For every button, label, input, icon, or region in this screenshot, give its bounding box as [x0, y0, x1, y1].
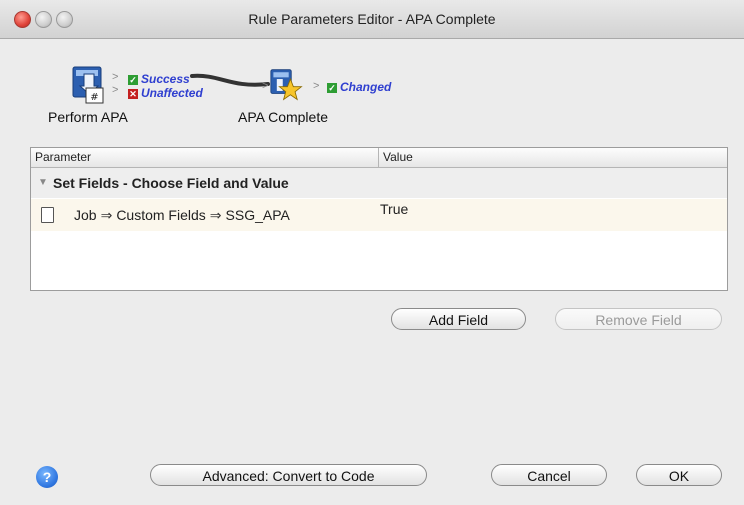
title-bar: Rule Parameters Editor - APA Complete [0, 0, 744, 39]
input-chevron-icon: > [262, 80, 269, 92]
column-header-parameter[interactable]: Parameter [31, 148, 379, 167]
arrow-right-icon: ⇒ [100, 207, 113, 223]
remove-field-button[interactable]: Remove Field [555, 308, 722, 330]
connector-line [190, 73, 270, 87]
help-icon[interactable]: ? [36, 466, 58, 488]
unaffected-x-icon: ✕ [128, 89, 138, 99]
table-row[interactable]: Job ⇒ Custom Fields ⇒ SSG_APA True [31, 199, 727, 231]
cancel-button[interactable]: Cancel [491, 464, 607, 486]
ok-button[interactable]: OK [636, 464, 722, 486]
arrow-right-icon: ⇒ [209, 207, 222, 223]
advanced-convert-to-code-button[interactable]: Advanced: Convert to Code [150, 464, 427, 486]
success-output-label[interactable]: Success [141, 72, 190, 86]
apa-complete-node-label: APA Complete [238, 109, 329, 125]
parameter-value[interactable]: True [380, 201, 408, 217]
perform-apa-node-label: Perform APA [48, 109, 128, 125]
group-label: Set Fields - Choose Field and Value [53, 175, 289, 191]
output-chevron-icon: > [313, 80, 320, 92]
perform-apa-node-icon[interactable]: # [72, 66, 106, 104]
document-icon [41, 207, 54, 223]
path-segment: SSG_APA [225, 207, 290, 223]
changed-output-label[interactable]: Changed [340, 80, 391, 94]
success-check-icon: ✓ [128, 75, 138, 85]
disclosure-triangle-icon[interactable]: ▼ [38, 177, 48, 188]
dialog-window: Rule Parameters Editor - APA Complete # … [0, 0, 744, 505]
table-header: Parameter Value [31, 148, 727, 168]
changed-check-icon: ✓ [327, 83, 337, 93]
window-title: Rule Parameters Editor - APA Complete [248, 11, 496, 27]
apa-complete-node-icon[interactable] [270, 66, 304, 104]
add-field-button[interactable]: Add Field [391, 308, 526, 330]
output-chevron-icon: > [112, 84, 119, 96]
path-segment: Custom Fields [116, 207, 206, 223]
output-chevron-icon: > [112, 71, 119, 83]
parameter-path: Job ⇒ Custom Fields ⇒ SSG_APA [74, 199, 290, 231]
group-row[interactable]: ▼ Set Fields - Choose Field and Value [31, 168, 727, 198]
column-header-value[interactable]: Value [378, 148, 728, 167]
svg-text:#: # [90, 92, 98, 103]
parameters-table: Parameter Value ▼ Set Fields - Choose Fi… [30, 147, 728, 291]
path-segment: Job [74, 207, 97, 223]
rule-flow-diagram: # > > ✓ Success ✕ Unaffected Perform APA… [0, 40, 744, 136]
